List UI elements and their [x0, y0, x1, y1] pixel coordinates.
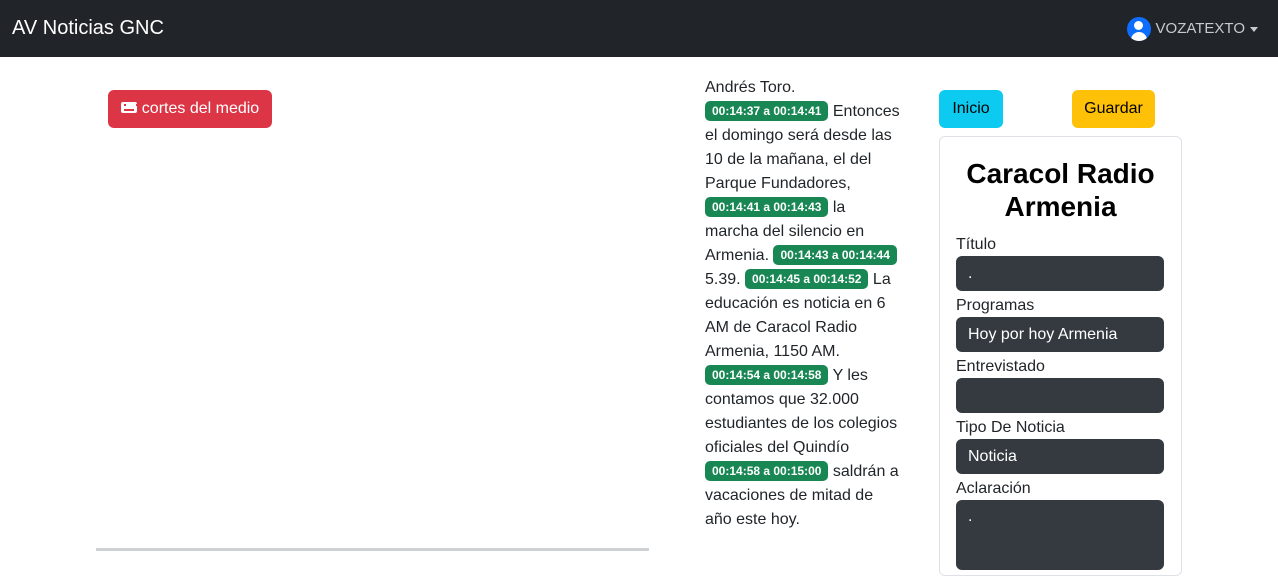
- transcript-partial-text: Andrés Toro.: [705, 79, 796, 96]
- player-bar: [96, 548, 649, 551]
- tipo-noticia-label: Tipo De Noticia: [956, 419, 1065, 436]
- keyboard-icon: [120, 101, 138, 113]
- programas-select[interactable]: Hoy por hoy Armenia: [956, 317, 1164, 352]
- cortes-button-label: cortes del medio: [141, 100, 260, 117]
- timestamp-badge[interactable]: 00:14:58 a 00:15:00: [705, 461, 829, 481]
- aclaracion-textarea[interactable]: .: [956, 500, 1164, 570]
- cortes-button[interactable]: cortes del medio: [108, 90, 272, 128]
- titulo-input[interactable]: .: [956, 256, 1164, 291]
- programas-label: Programas: [956, 297, 1035, 314]
- media-title: Caracol Radio Armenia: [966, 158, 1155, 222]
- timestamp-badge[interactable]: 00:14:41 a 00:14:43: [705, 197, 829, 217]
- inicio-button[interactable]: Inicio: [939, 90, 1003, 128]
- top-navbar: AV Noticias GNC VOZATEXTO: [0, 0, 1278, 57]
- timestamp-badge[interactable]: 00:14:45 a 00:14:52: [745, 269, 869, 289]
- chevron-down-icon: [1250, 27, 1258, 32]
- timestamp-badge[interactable]: 00:14:43 a 00:14:44: [773, 245, 897, 265]
- transcript: Andrés Toro. 00:14:37 a 00:14:41 Entonce…: [705, 76, 903, 532]
- timestamp-badge[interactable]: 00:14:37 a 00:14:41: [705, 101, 829, 121]
- brand-title[interactable]: AV Noticias GNC: [12, 17, 164, 40]
- aclaracion-label: Aclaración: [956, 480, 1031, 497]
- user-name: VOZATEXTO: [1155, 20, 1245, 37]
- user-menu[interactable]: VOZATEXTO: [1126, 16, 1258, 41]
- timestamp-badge[interactable]: 00:14:54 a 00:14:58: [705, 365, 829, 385]
- entrevistado-label: Entrevistado: [956, 358, 1045, 375]
- entrevistado-input[interactable]: [956, 378, 1164, 413]
- guardar-button[interactable]: Guardar: [1072, 90, 1155, 128]
- news-form-card: Caracol Radio Armenia Título . Programas…: [939, 136, 1182, 576]
- tipo-noticia-select[interactable]: Noticia: [956, 439, 1164, 474]
- transcript-text: 5.39.: [705, 271, 741, 288]
- titulo-label: Título: [956, 236, 997, 253]
- user-avatar-icon: [1126, 16, 1151, 41]
